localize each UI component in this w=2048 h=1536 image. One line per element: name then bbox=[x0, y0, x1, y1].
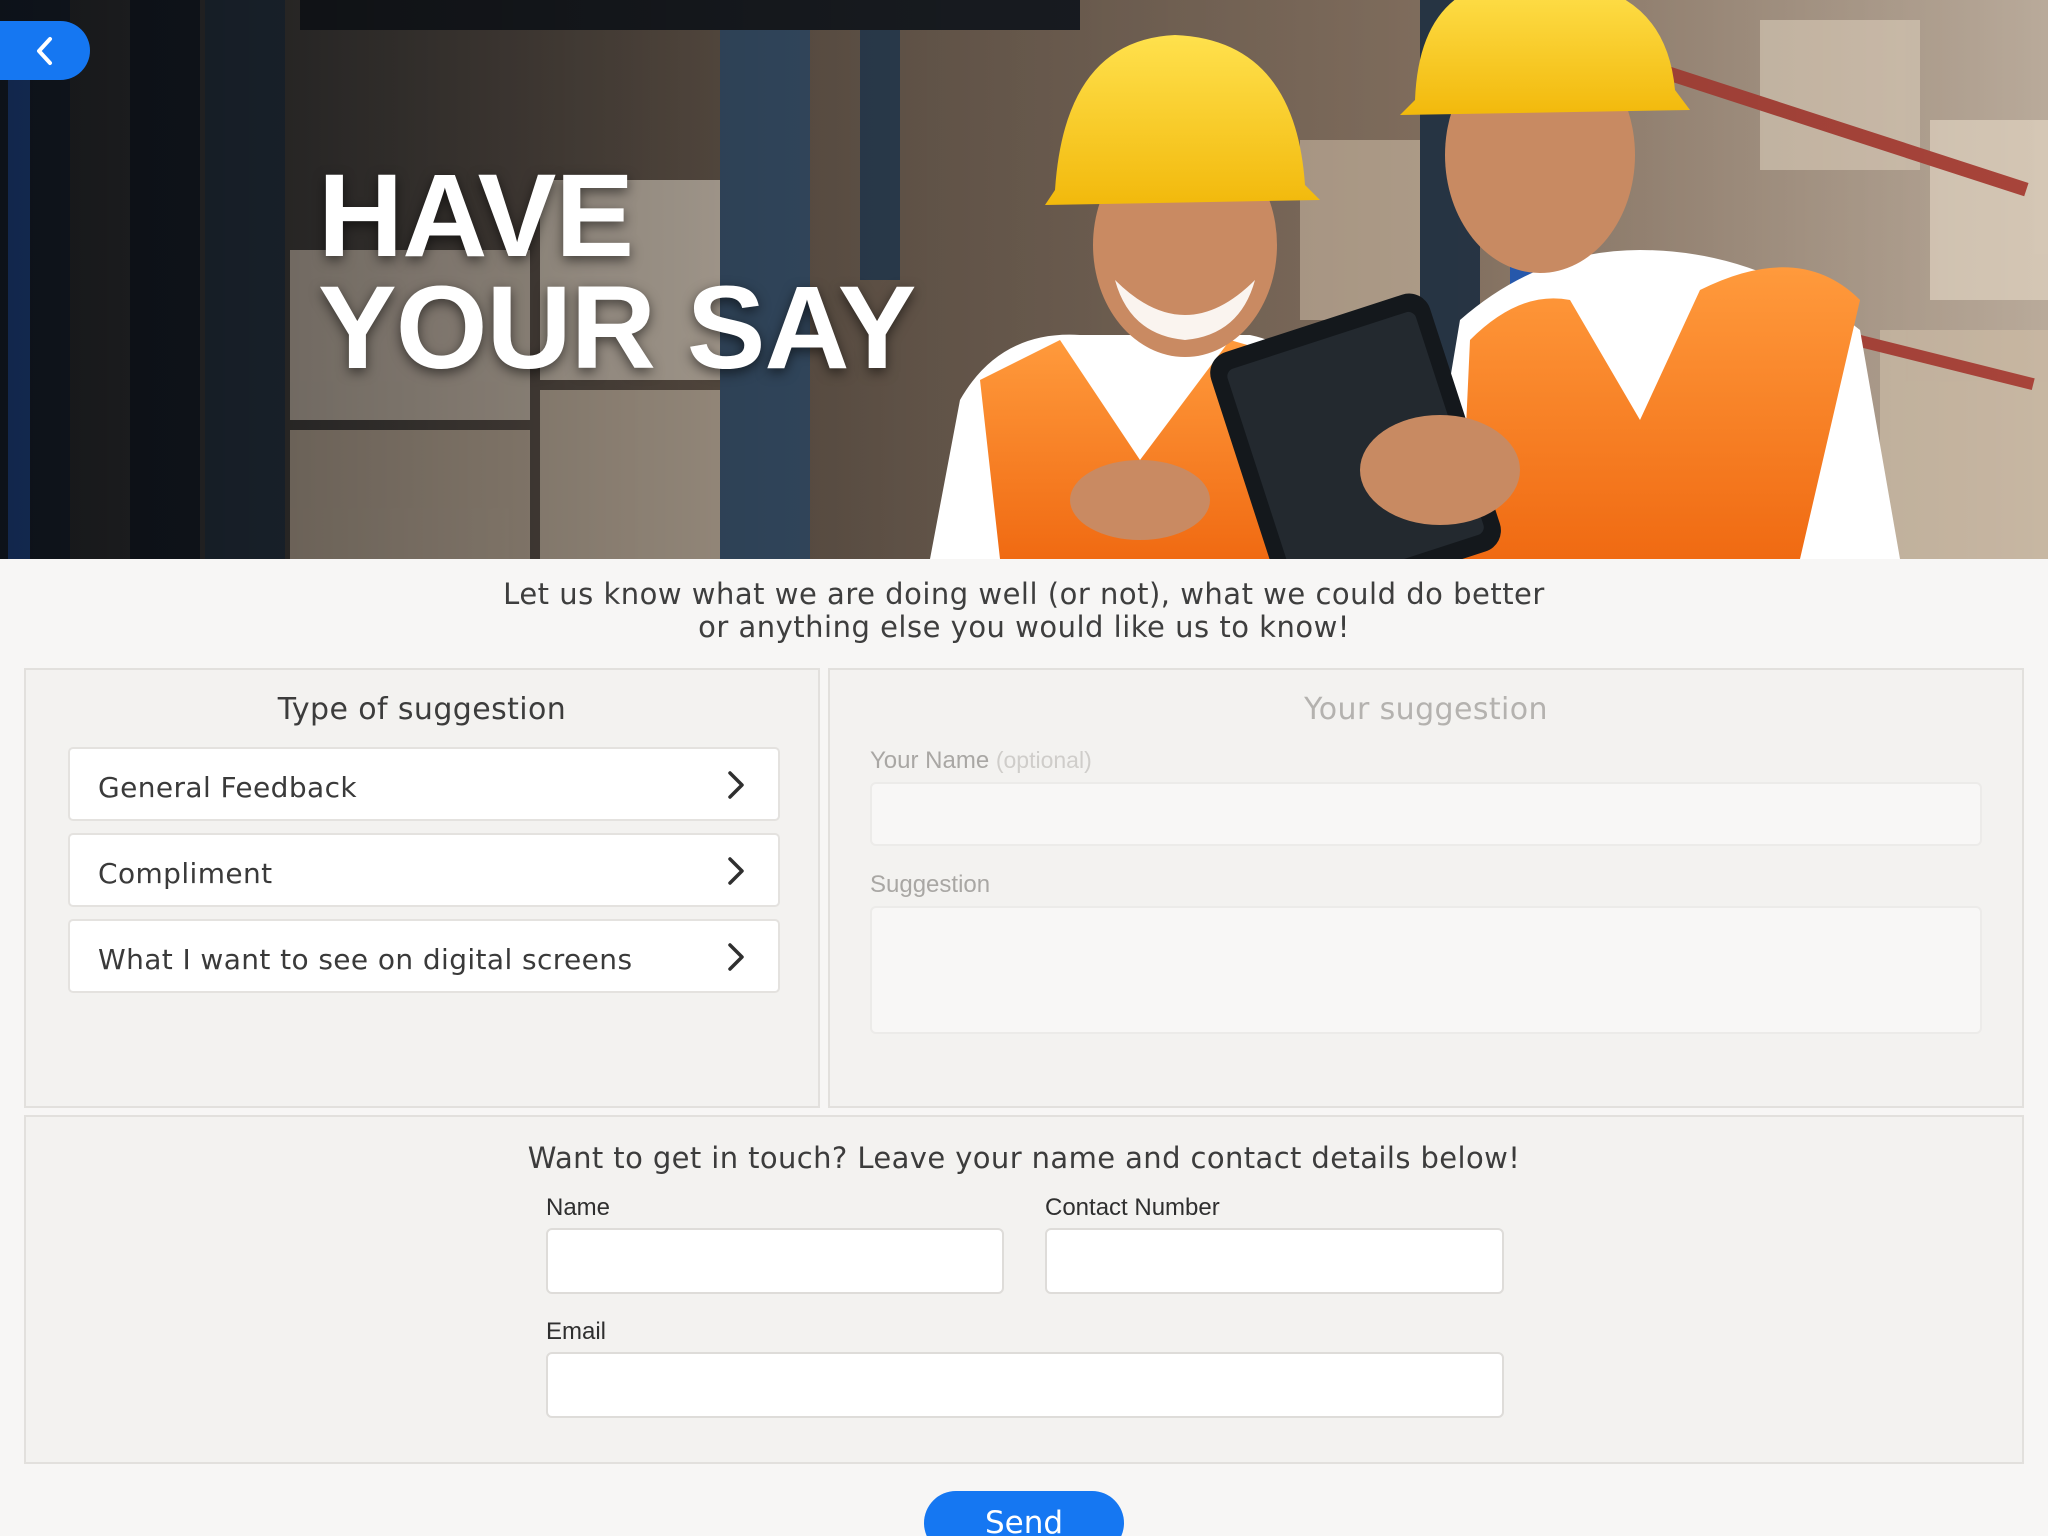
hero-banner: HAVE YOUR SAY bbox=[0, 0, 2048, 559]
name-input[interactable] bbox=[546, 1228, 1004, 1294]
hero-title-line1: HAVE bbox=[318, 150, 634, 282]
hero-photo bbox=[0, 0, 2048, 559]
chevron-right-icon bbox=[728, 943, 744, 971]
suggestion-type-heading: Type of suggestion bbox=[277, 692, 567, 727]
suggestion-textarea[interactable] bbox=[870, 906, 1982, 1034]
intro-line2: or anything else you would like us to kn… bbox=[698, 610, 1350, 644]
hero-title: HAVE YOUR SAY bbox=[318, 150, 916, 394]
hero-title-line2: YOUR SAY bbox=[318, 262, 916, 394]
chevron-right-icon bbox=[728, 771, 744, 799]
optional-hint: (optional) bbox=[995, 747, 1092, 773]
your-suggestion-panel: Your suggestion Your Name (optional) Sug… bbox=[828, 668, 2024, 1108]
type-item-digital-screens[interactable]: What I want to see on digital screens bbox=[68, 919, 780, 993]
type-item-label: Compliment bbox=[98, 857, 273, 890]
your-suggestion-heading: Your suggestion bbox=[1304, 692, 1548, 727]
email-label: Email bbox=[546, 1318, 607, 1345]
type-item-label: General Feedback bbox=[98, 771, 357, 804]
type-item-label: What I want to see on digital screens bbox=[98, 943, 633, 976]
your-name-label: Your Name (optional) bbox=[870, 747, 1092, 775]
your-name-input[interactable] bbox=[870, 782, 1982, 846]
your-name-label-text: Your Name bbox=[870, 747, 990, 774]
type-item-general-feedback[interactable]: General Feedback bbox=[68, 747, 780, 821]
intro-line1: Let us know what we are doing well (or n… bbox=[503, 577, 1545, 611]
have-your-say-page: HAVE YOUR SAY Let us know what we are do… bbox=[0, 0, 2048, 1536]
email-input[interactable] bbox=[546, 1352, 1504, 1418]
contact-number-label: Contact Number bbox=[1045, 1194, 1220, 1221]
back-button[interactable] bbox=[0, 21, 90, 80]
type-item-compliment[interactable]: Compliment bbox=[68, 833, 780, 907]
name-label: Name bbox=[546, 1194, 611, 1221]
chevron-left-icon bbox=[37, 36, 52, 65]
contact-heading: Want to get in touch? Leave your name an… bbox=[527, 1141, 1521, 1175]
intro-text: Let us know what we are doing well (or n… bbox=[0, 578, 2048, 644]
send-button[interactable]: Send bbox=[924, 1491, 1124, 1536]
chevron-right-icon bbox=[728, 857, 744, 885]
contact-details-panel: Want to get in touch? Leave your name an… bbox=[24, 1115, 2024, 1464]
suggestion-label: Suggestion bbox=[870, 871, 991, 898]
suggestion-type-panel: Type of suggestion General Feedback Comp… bbox=[24, 668, 820, 1108]
contact-number-input[interactable] bbox=[1045, 1228, 1504, 1294]
